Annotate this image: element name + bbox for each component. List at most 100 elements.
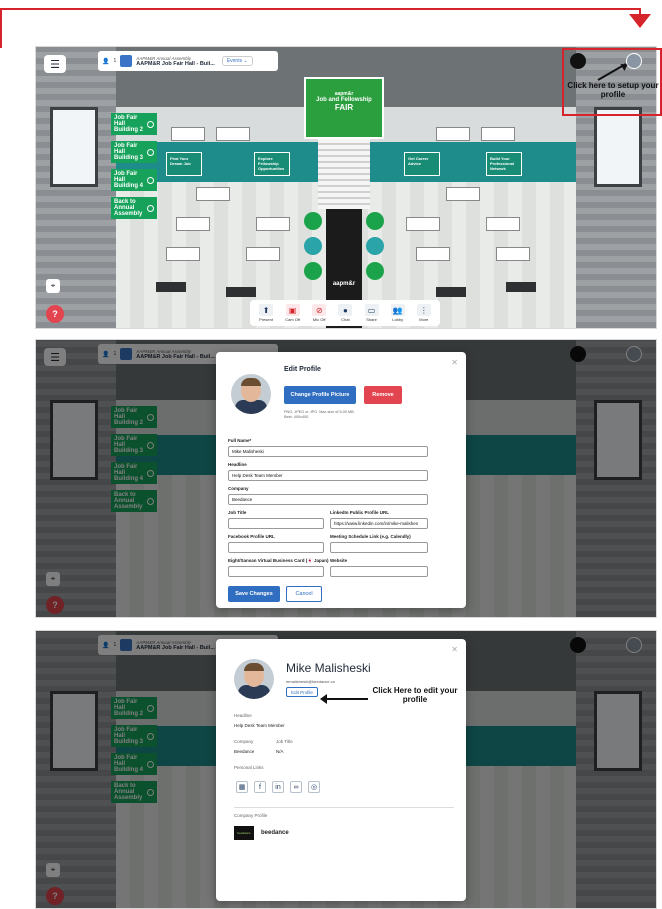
help-button[interactable]: ? — [46, 305, 64, 323]
stage-sign-fair: FAIR — [334, 103, 354, 112]
linkedin-icon[interactable]: in — [272, 781, 284, 793]
button-label: Edit Profile — [291, 689, 313, 695]
edit-profile-annotation: Click Here to edit your profile — [372, 686, 458, 704]
nav-label: Job Fair Hall Building 3 — [114, 143, 143, 161]
meeting-input[interactable] — [330, 542, 428, 553]
nav-label: Job Fair Hall Building 2 — [114, 115, 143, 133]
nav-building-4[interactable]: Job Fair Hall Building 4 — [111, 169, 157, 191]
nav-building-3[interactable]: Job Fair Hall Building 3 — [111, 141, 157, 163]
headline-input[interactable]: Help Desk Team Member — [228, 470, 428, 481]
booth[interactable] — [171, 127, 205, 141]
photo-hair — [241, 378, 261, 386]
sign-label: Build Your Professional Network — [490, 156, 515, 171]
button-label: Change Profile Picture — [290, 392, 350, 398]
close-icon[interactable]: ✕ — [451, 358, 458, 367]
remove-picture-button[interactable]: Remove — [364, 386, 402, 404]
sidenav: Job Fair Hall Building 2 Job Fair Hall B… — [111, 113, 157, 219]
calendar-icon[interactable]: ▦ — [236, 781, 248, 793]
menu-button[interactable]: ☰ — [44, 55, 66, 73]
linkedin-input[interactable]: https://www.linkedin.com/in/mike-malishe… — [330, 518, 428, 529]
lobby-button[interactable]: 👥 Lobby — [390, 304, 405, 322]
booth[interactable] — [436, 127, 470, 141]
sign-career-advice[interactable]: Get Career Advice — [404, 152, 440, 176]
headline-value: Help Desk Team Member — [234, 723, 285, 728]
tool-label: Share — [366, 317, 377, 322]
booth[interactable] — [196, 187, 230, 201]
headline-label: Headline — [234, 713, 252, 718]
booth[interactable] — [256, 217, 290, 231]
booth[interactable] — [166, 247, 200, 261]
cancel-button[interactable]: Cancel — [286, 586, 322, 602]
facebook-input[interactable] — [228, 542, 324, 553]
share-button[interactable]: ▭ Share — [364, 304, 379, 322]
more-button[interactable]: ⋮ More — [416, 304, 431, 322]
guide-arrow-down-icon — [629, 14, 651, 28]
profile-email: mmalisheski@beedance.co — [286, 679, 335, 684]
nav-building-2[interactable]: Job Fair Hall Building 2 — [111, 113, 157, 135]
booth[interactable] — [216, 127, 250, 141]
company-logo-text: beedance — [237, 831, 251, 835]
event-logo — [120, 55, 133, 67]
job-title-input[interactable] — [228, 518, 324, 529]
sign-fellowship[interactable]: Explore Fellowship Opportunities — [254, 152, 290, 176]
info-icon — [147, 204, 154, 212]
sign-find-job[interactable]: Find Your Dream Job — [166, 152, 202, 176]
booth[interactable] — [496, 247, 530, 261]
info-icon — [147, 148, 154, 156]
close-icon[interactable]: ✕ — [451, 645, 458, 654]
table — [436, 287, 466, 297]
location-title: AAPM&R Job Fair Hall - Buil... — [136, 60, 215, 67]
save-changes-button[interactable]: Save Changes — [228, 586, 280, 602]
bottom-toolbar: ⬆ Present ▣ Cam Off ⊘ Mic Off ● Chat ▭ Share … — [250, 300, 440, 326]
job-title-label: Job Title — [228, 510, 247, 515]
sign-network[interactable]: Build Your Professional Network — [486, 152, 522, 176]
present-button[interactable]: ⬆ Present — [259, 304, 274, 322]
booth[interactable] — [416, 247, 450, 261]
link-icon[interactable]: ∞ — [290, 781, 302, 793]
meeting-label: Meeting Schedule Link (e.g. Calendly) — [330, 534, 411, 539]
chat-button[interactable]: ● Chat — [338, 304, 353, 322]
nav-back-assembly[interactable]: Back to Annual Assembly — [111, 197, 157, 219]
panel-edit-profile: Job Fair Hall Building 2 Job Fair Hall B… — [35, 339, 657, 618]
eight-card-input[interactable] — [228, 566, 324, 577]
button-label: Remove — [372, 392, 394, 398]
stairs — [318, 139, 370, 209]
camera-button[interactable]: ▣ Cam Off — [285, 304, 300, 322]
tool-label: More — [419, 317, 429, 322]
button-label: Save Changes — [235, 591, 273, 597]
company-profile-label: Company Profile — [234, 813, 268, 818]
info-icon — [147, 120, 154, 128]
booth[interactable] — [446, 187, 480, 201]
hamburger-icon: ☰ — [50, 58, 60, 71]
modal-title: Edit Profile — [284, 366, 321, 373]
booth[interactable] — [481, 127, 515, 141]
recenter-icon[interactable]: ⌖ — [46, 279, 60, 293]
present-icon: ⬆ — [259, 304, 274, 316]
tool-label: Present — [259, 317, 273, 322]
events-dropdown[interactable]: Events ⌄ — [221, 56, 253, 66]
company-name[interactable]: beedance — [261, 830, 289, 836]
edit-profile-button[interactable]: Edit Profile — [286, 687, 318, 697]
website-label: Website — [330, 558, 348, 563]
facebook-icon[interactable]: f — [254, 781, 266, 793]
website-input[interactable] — [330, 566, 428, 577]
globe-icon[interactable]: ◎ — [308, 781, 320, 793]
camera-off-icon: ▣ — [285, 304, 300, 316]
full-name-input[interactable]: Mike Malisheski — [228, 446, 428, 457]
stage-sign[interactable]: aapm&r Job and Fellowship FAIR — [304, 77, 384, 139]
tool-label: Cam Off — [285, 317, 301, 322]
company-value: Beedance — [234, 749, 255, 754]
booth[interactable] — [406, 217, 440, 231]
lobby-icon: 👥 — [390, 304, 405, 316]
photo-hair — [244, 663, 264, 671]
user-icon: 👤 — [102, 58, 110, 65]
eight-card-label: Eight/Sansan Virtual Business Card (🇯🇵 J… — [228, 558, 329, 563]
booth[interactable] — [176, 217, 210, 231]
mic-button[interactable]: ⊘ Mic Off — [312, 304, 327, 322]
change-picture-button[interactable]: Change Profile Picture — [284, 386, 356, 404]
profile-name: Mike Malisheski — [286, 661, 371, 675]
company-input[interactable]: Beedance — [228, 494, 428, 505]
booth[interactable] — [486, 217, 520, 231]
booth[interactable] — [246, 247, 280, 261]
company-logo: beedance — [234, 826, 254, 840]
